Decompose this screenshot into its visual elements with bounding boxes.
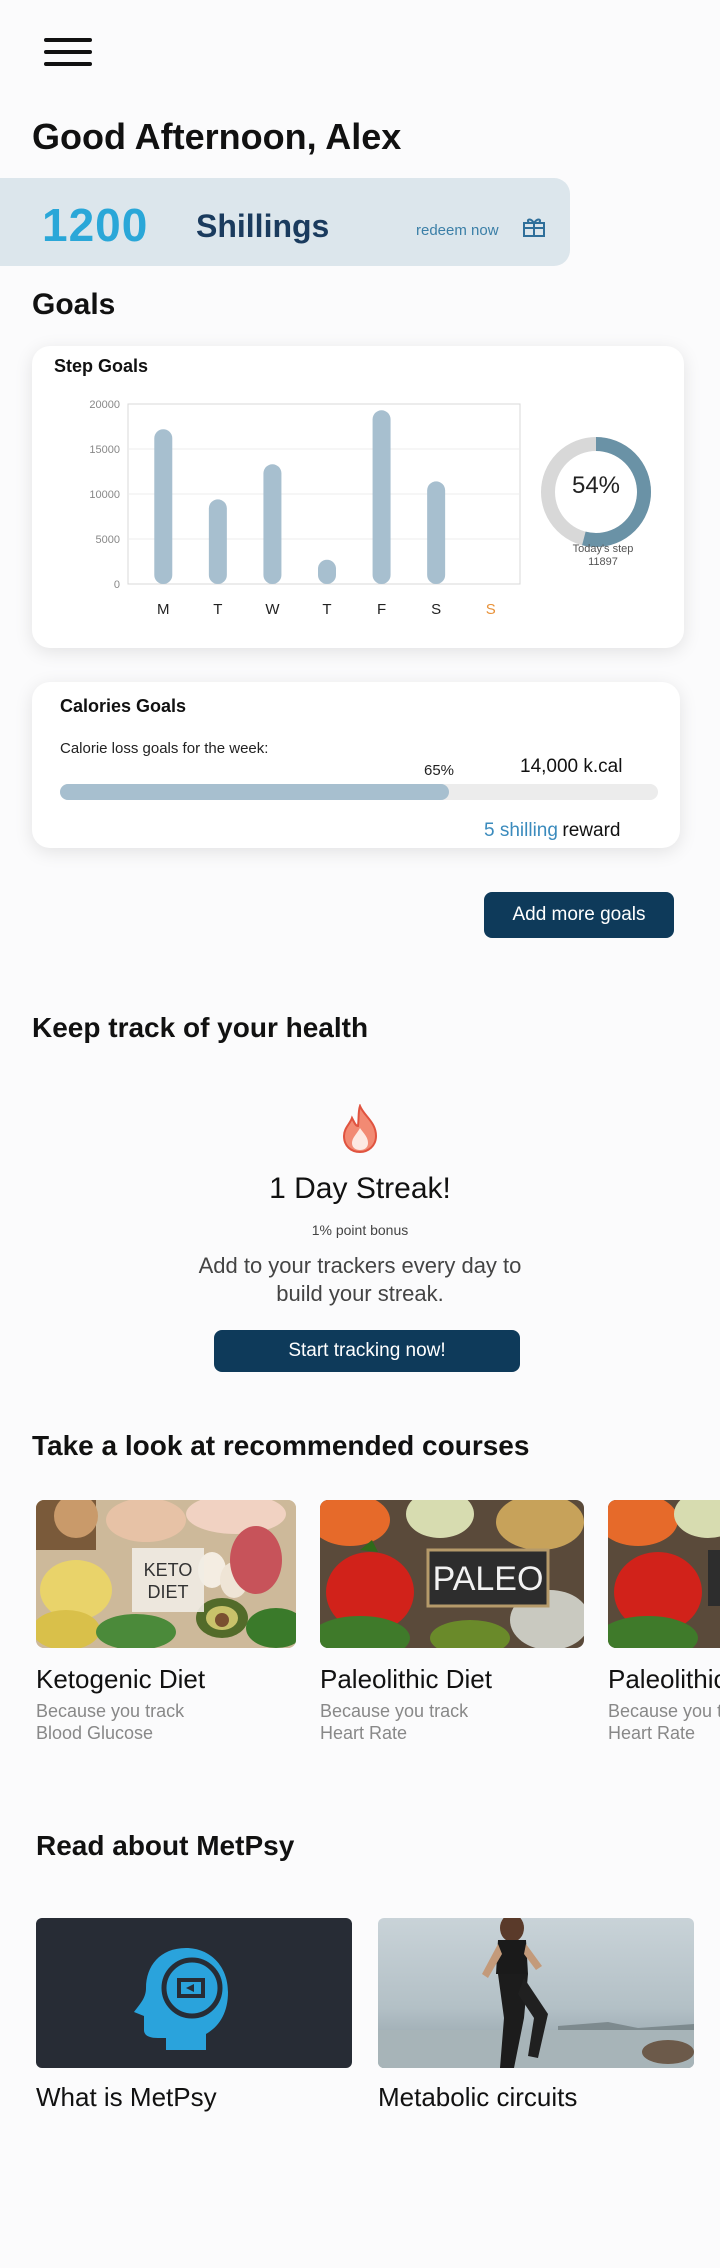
keto-image-label-2: DIET bbox=[147, 1582, 188, 1602]
course-card-paleo[interactable]: PALEO bbox=[320, 1500, 584, 1648]
health-title: Keep track of your health bbox=[32, 1012, 369, 1043]
course-title-paleo[interactable]: Paleolithic Diet bbox=[320, 1664, 492, 1695]
streak-title: 1 Day Streak! bbox=[269, 1172, 451, 1205]
streak-description-1: Add to your trackers every day to bbox=[198, 1253, 522, 1278]
course-title-paleo-2[interactable]: Paleolithic Diet bbox=[608, 1664, 720, 1695]
x-tick-label: M bbox=[157, 601, 170, 618]
course-card-keto[interactable]: KETO DIET bbox=[36, 1500, 296, 1648]
runner-photo bbox=[378, 1918, 694, 2068]
article-title-metabolic[interactable]: Metabolic circuits bbox=[378, 2082, 577, 2113]
add-goals-button[interactable]: Add more goals bbox=[484, 892, 674, 938]
course-reason-paleo2-1: Because you track bbox=[608, 1701, 720, 1721]
calories-progress-track bbox=[60, 784, 658, 800]
articles-title: Read about MetPsy bbox=[36, 1830, 295, 1861]
y-tick-label: 10000 bbox=[89, 489, 120, 501]
start-tracking-button[interactable]: Start tracking now! bbox=[214, 1330, 520, 1372]
y-tick-label: 20000 bbox=[89, 399, 120, 411]
article-card-metabolic[interactable] bbox=[378, 1918, 694, 2068]
bar-0 bbox=[154, 429, 173, 584]
reward-amount: 5 shilling bbox=[484, 820, 558, 841]
bar-3 bbox=[318, 559, 336, 584]
courses-title: Take a look at recommended courses bbox=[32, 1430, 530, 1461]
gift-icon[interactable] bbox=[522, 216, 546, 238]
reward-text: 5 shilling reward bbox=[484, 820, 620, 842]
x-tick-label: T bbox=[322, 601, 331, 618]
calories-subtitle: Calorie loss goals for the week: bbox=[60, 740, 269, 757]
paleo-image-label: PALEO bbox=[433, 1560, 544, 1598]
brain-head-icon bbox=[134, 1948, 228, 2050]
reward-word: reward bbox=[562, 820, 621, 841]
goals-title: Goals bbox=[32, 288, 116, 321]
article-card-metpsy[interactable] bbox=[36, 1918, 352, 2068]
course-title-keto[interactable]: Ketogenic Diet bbox=[36, 1664, 205, 1695]
calories-percent: 65% bbox=[424, 762, 455, 779]
paleo-food-image: PALEO bbox=[320, 1500, 584, 1648]
course-text-clip: Paleolithic Diet Because you track Heart… bbox=[608, 1660, 720, 1750]
y-tick-label: 15000 bbox=[89, 444, 120, 456]
keto-image-label-1: KETO bbox=[144, 1560, 193, 1580]
streak-bonus: 1% point bonus bbox=[311, 1222, 409, 1238]
bar-5 bbox=[427, 481, 446, 584]
step-percent: 54% bbox=[571, 472, 621, 499]
streak-description-2: build your streak. bbox=[276, 1281, 444, 1306]
redeem-link[interactable]: redeem now bbox=[416, 222, 499, 239]
balance-unit: Shillings bbox=[196, 208, 330, 244]
course-reason-paleo2-2: Heart Rate bbox=[608, 1723, 696, 1743]
y-tick-label: 0 bbox=[114, 579, 120, 591]
flame-icon bbox=[342, 1104, 378, 1154]
course-reason-keto-1: Because you track bbox=[36, 1701, 185, 1721]
course-reason-paleo-2: Heart Rate bbox=[320, 1723, 408, 1743]
y-tick-label: 5000 bbox=[96, 534, 120, 546]
balance-amount: 1200 bbox=[42, 199, 149, 251]
calories-goals-title: Calories Goals bbox=[60, 696, 187, 716]
keto-food-image: KETO DIET bbox=[36, 1500, 296, 1648]
bar-1 bbox=[208, 499, 227, 584]
step-bar-chart: 0 5000 10000 15000 20000 M T W T F S S bbox=[89, 399, 521, 618]
bar-4 bbox=[372, 410, 391, 584]
step-goals-title: Step Goals bbox=[54, 356, 149, 376]
calories-target: 14,000 k.cal bbox=[520, 756, 623, 777]
hamburger-menu-icon[interactable] bbox=[44, 38, 92, 70]
bar-2 bbox=[263, 464, 282, 584]
x-tick-label: F bbox=[377, 601, 386, 618]
course-reason-paleo-1: Because you track bbox=[320, 1701, 469, 1721]
course-card-paleo-2[interactable] bbox=[608, 1500, 720, 1648]
paleo-food-image-2 bbox=[608, 1500, 720, 1648]
today-step-label: Today's step bbox=[572, 543, 634, 555]
greeting: Good Afternoon, Alex bbox=[32, 116, 402, 157]
calories-progress-fill bbox=[60, 784, 449, 800]
x-tick-label: T bbox=[213, 601, 222, 618]
x-tick-label: S bbox=[486, 601, 496, 618]
x-tick-label: W bbox=[265, 601, 280, 618]
today-step-count: 11897 bbox=[588, 556, 618, 568]
course-reason-keto-2: Blood Glucose bbox=[36, 1723, 154, 1743]
article-title-metpsy[interactable]: What is MetPsy bbox=[36, 2082, 217, 2113]
x-tick-label: S bbox=[431, 601, 441, 618]
